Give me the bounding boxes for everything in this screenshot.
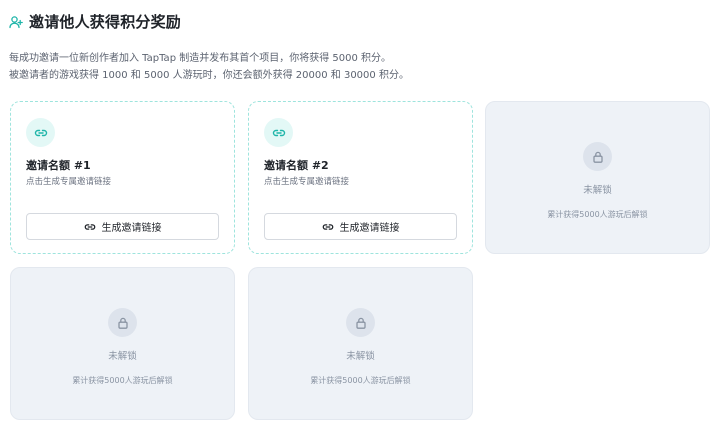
locked-card-4: 未解锁 累计获得5000人游玩后解锁: [10, 267, 235, 420]
locked-card-5: 未解锁 累计获得5000人游玩后解锁: [248, 267, 473, 420]
locked-title: 未解锁: [583, 185, 612, 196]
link-icon: [322, 221, 334, 233]
lock-icon: [108, 308, 137, 337]
section-header: 邀请他人获得积分奖励: [9, 11, 181, 32]
button-label: 生成邀请链接: [339, 223, 400, 234]
locked-subtitle: 累计获得5000人游玩后解锁: [72, 376, 173, 385]
locked-subtitle: 累计获得5000人游玩后解锁: [547, 210, 648, 219]
description: 每成功邀请一位新创作者加入 TapTap 制造并发布其首个项目，你将获得 500…: [9, 50, 409, 84]
lock-icon: [583, 142, 612, 171]
invite-card-2: 邀请名额 #2 点击生成专属邀请链接 生成邀请链接: [248, 101, 473, 254]
quota-title: 邀请名额 #2: [264, 159, 329, 172]
invite-card-1: 邀请名额 #1 点击生成专属邀请链接 生成邀请链接: [10, 101, 235, 254]
quota-subtitle: 点击生成专属邀请链接: [26, 177, 112, 187]
locked-subtitle: 累计获得5000人游玩后解锁: [310, 376, 411, 385]
generate-invite-link-button[interactable]: 生成邀请链接: [26, 213, 219, 240]
lock-icon: [346, 308, 375, 337]
quota-title: 邀请名额 #1: [26, 159, 91, 172]
description-line-1: 每成功邀请一位新创作者加入 TapTap 制造并发布其首个项目，你将获得 500…: [9, 53, 392, 64]
description-line-2: 被邀请者的游戏获得 1000 和 5000 人游玩时，你还会额外获得 20000…: [9, 70, 409, 81]
link-icon: [84, 221, 96, 233]
locked-title: 未解锁: [346, 351, 375, 362]
link-icon: [264, 118, 293, 147]
page-title: 邀请他人获得积分奖励: [29, 13, 182, 31]
link-icon: [26, 118, 55, 147]
locked-card-3: 未解锁 累计获得5000人游玩后解锁: [485, 101, 710, 254]
locked-title: 未解锁: [108, 351, 137, 362]
add-user-icon: [9, 15, 23, 29]
quota-subtitle: 点击生成专属邀请链接: [264, 177, 350, 187]
button-label: 生成邀请链接: [101, 223, 162, 234]
generate-invite-link-button[interactable]: 生成邀请链接: [264, 213, 457, 240]
